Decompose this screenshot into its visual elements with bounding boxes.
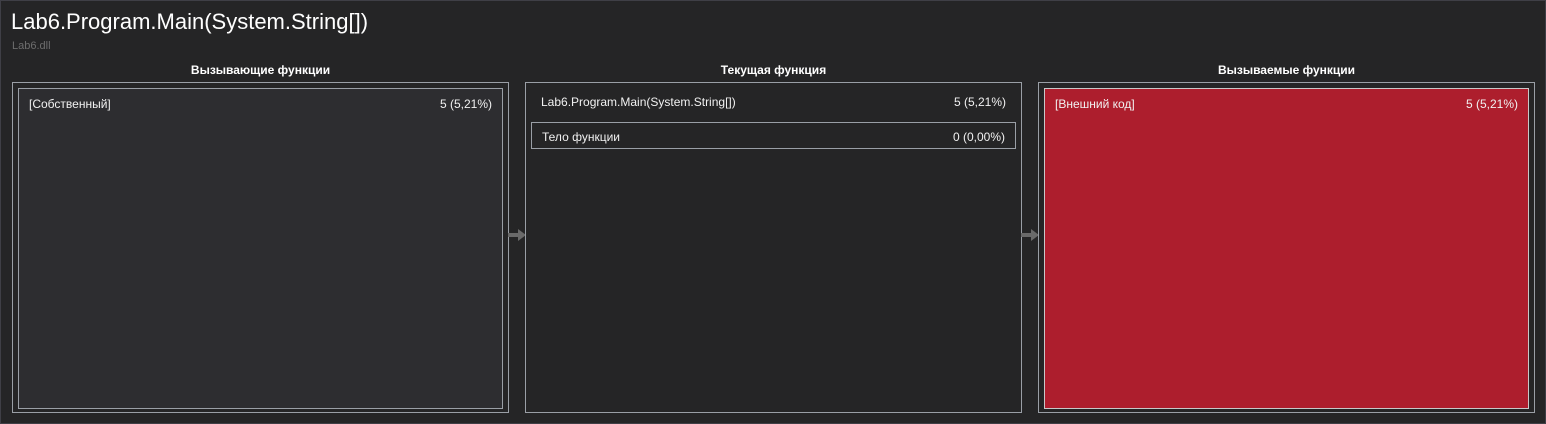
- current-heading: Текущая функция: [720, 63, 827, 77]
- module-name: Lab6.dll: [12, 40, 51, 52]
- caller-block-native[interactable]: [Собственный] 5 (5,21%): [18, 88, 503, 409]
- callees-panel: [Внешний код] 5 (5,21%): [1038, 82, 1535, 413]
- callers-heading: Вызывающие функции: [190, 63, 331, 77]
- caller-value: 5 (5,21%): [439, 97, 492, 111]
- callee-label: [Внешний код]: [1055, 97, 1135, 111]
- caller-callee-view: Lab6.Program.Main(System.String[]) Lab6.…: [0, 0, 1546, 424]
- current-function-panel: Lab6.Program.Main(System.String[]) 5 (5,…: [525, 82, 1022, 413]
- function-body-block[interactable]: Тело функции 0 (0,00%): [531, 122, 1016, 149]
- callees-heading: Вызываемые функции: [1217, 63, 1356, 77]
- callee-block-external-code[interactable]: [Внешний код] 5 (5,21%): [1044, 88, 1529, 409]
- function-title: Lab6.Program.Main(System.String[]): [11, 9, 369, 34]
- current-function-value: 5 (5,21%): [953, 95, 1006, 109]
- function-body-value: 0 (0,00%): [952, 130, 1005, 144]
- function-body-label: Тело функции: [542, 130, 620, 144]
- callers-panel: [Собственный] 5 (5,21%): [12, 82, 509, 413]
- arrow-right-icon: [508, 229, 526, 241]
- callee-value: 5 (5,21%): [1465, 97, 1518, 111]
- current-function-label[interactable]: Lab6.Program.Main(System.String[]): [541, 95, 736, 109]
- arrow-right-icon: [1021, 229, 1039, 241]
- caller-label: [Собственный]: [29, 97, 111, 111]
